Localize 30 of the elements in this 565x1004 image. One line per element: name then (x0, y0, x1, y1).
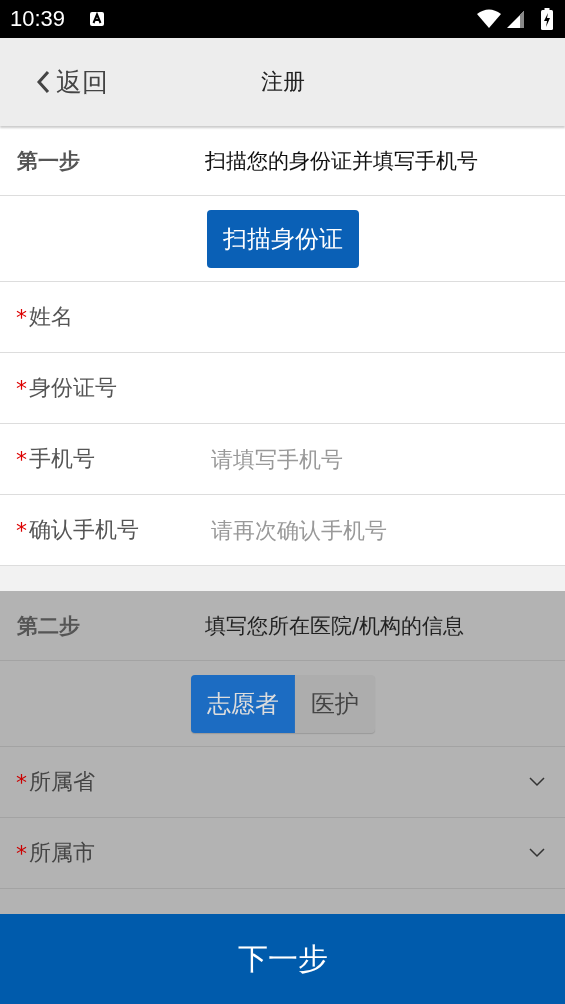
required-mark: * (16, 517, 27, 543)
step-label: 第二步 (17, 612, 81, 640)
field-label: 姓名 (29, 303, 73, 331)
scan-id-button[interactable]: 扫描身份证 (206, 209, 359, 268)
field-label: 确认手机号 (29, 516, 139, 544)
required-mark: * (16, 446, 27, 472)
step-description: 填写您所在医院/机构的信息 (205, 612, 465, 640)
required-mark: * (16, 769, 27, 795)
back-button[interactable]: 返回 (36, 64, 108, 100)
field-label: 所属省 (29, 768, 95, 796)
back-icon (36, 70, 50, 94)
battery-icon (541, 8, 553, 30)
input-field[interactable]: 请填写手机号 (211, 446, 511, 472)
required-mark: * (16, 375, 27, 401)
dropdown-icon (529, 777, 545, 787)
input-field[interactable]: 请再次确认手机号 (211, 517, 511, 543)
dropdown-icon (529, 848, 545, 858)
notification-icon (89, 11, 106, 27)
field-label: 身份证号 (29, 374, 117, 402)
field-label: 所属市 (29, 839, 95, 867)
next-step-button[interactable]: 下一步 (227, 928, 338, 990)
step-label: 第一步 (17, 147, 81, 175)
signal-icon (507, 9, 527, 29)
page-title: 注册 (259, 68, 306, 96)
wifi-icon (477, 9, 501, 29)
step-description: 扫描您的身份证并填写手机号 (205, 147, 478, 175)
required-mark: * (16, 304, 27, 330)
required-mark: * (16, 840, 27, 866)
clock-time: 10:39 (10, 6, 66, 32)
field-label: 手机号 (29, 445, 95, 473)
